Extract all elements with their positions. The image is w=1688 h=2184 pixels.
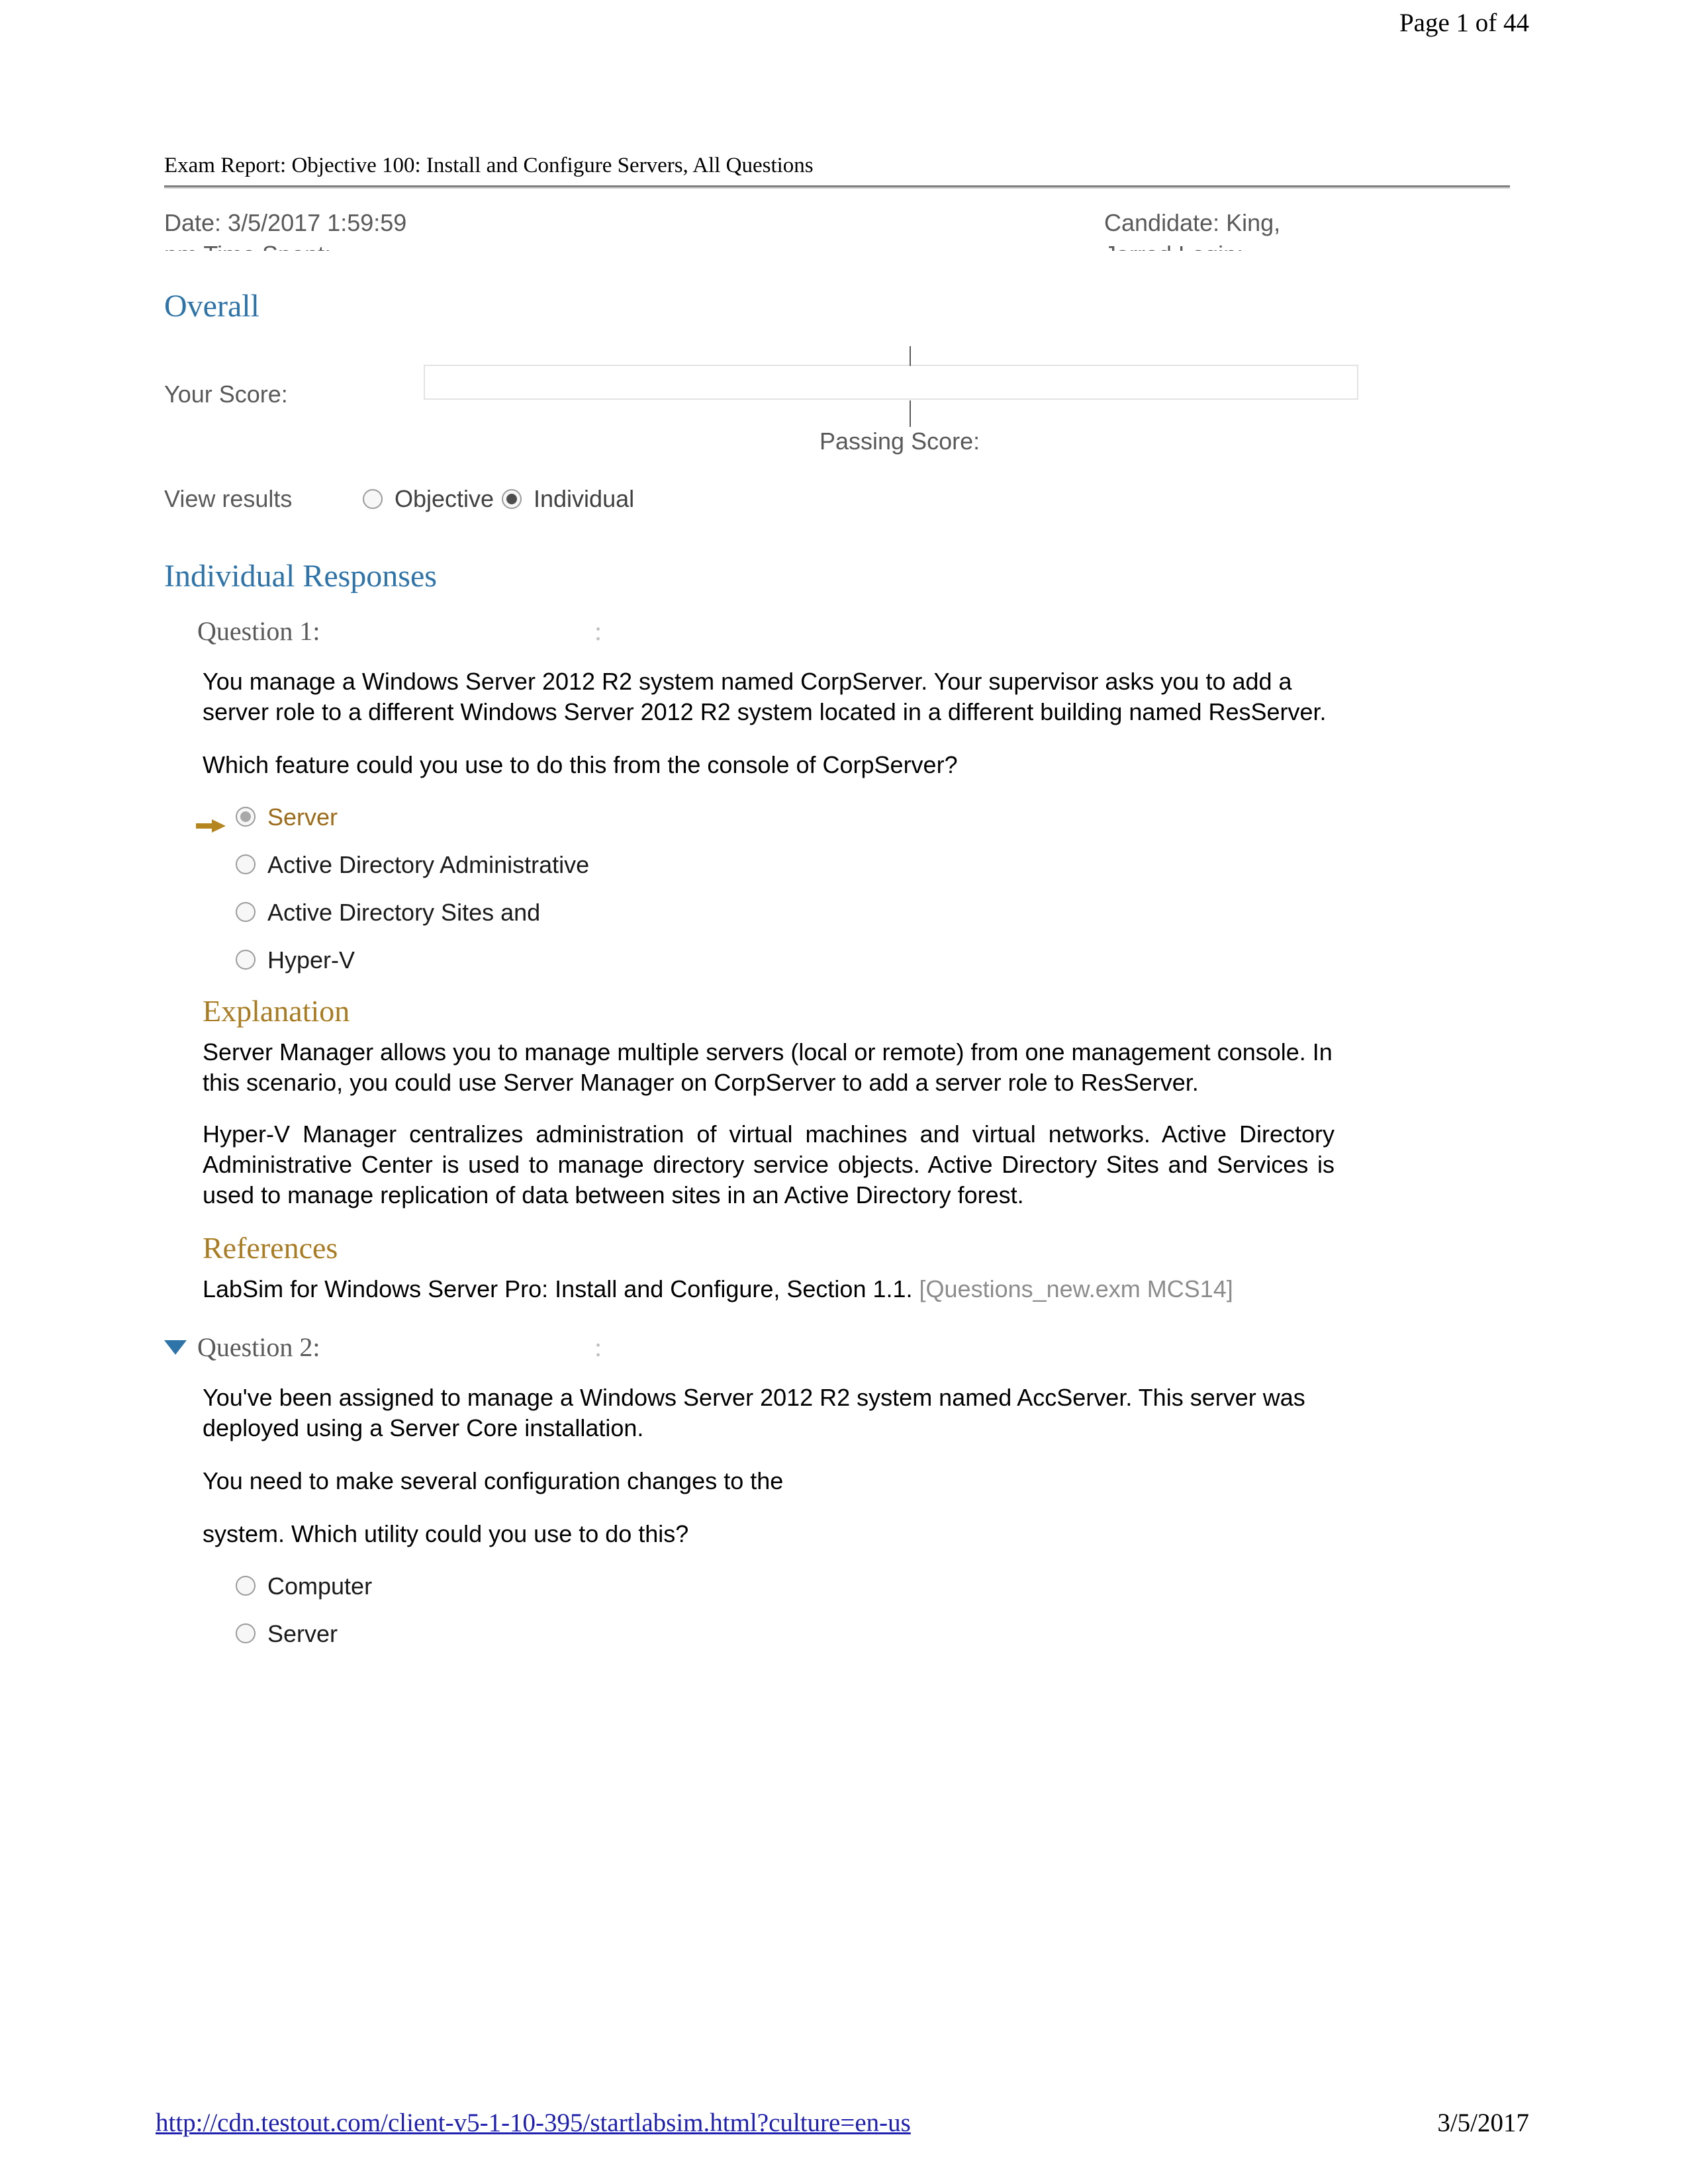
references-heading: References — [203, 1231, 338, 1265]
overall-heading: Overall — [164, 289, 259, 324]
score-meter: Your Score: Passing Score: — [164, 346, 1511, 472]
question-score-placeholder: : — [594, 1332, 602, 1362]
question-prompt: Which feature could you use to do this f… — [203, 751, 958, 778]
answer-option-label: Computer — [267, 1572, 373, 1600]
view-results-control: View results Objective Individual — [164, 485, 1511, 518]
explanation-paragraph: Server Manager allows you to manage mult… — [203, 1038, 1333, 1096]
reference-tag: [Questions_new.exm MCS14] — [919, 1275, 1233, 1302]
answer-option[interactable]: Hyper-V — [203, 946, 1511, 975]
radio-answer[interactable] — [236, 902, 256, 922]
time-spent-label: pm Time Spent: — [164, 239, 760, 251]
answer-option-label: Hyper-V — [267, 946, 355, 974]
radio-objective[interactable] — [363, 489, 383, 509]
radio-answer[interactable] — [236, 1623, 256, 1643]
page-indicator: Page 1 of 44 — [1399, 9, 1529, 37]
source-url-link[interactable]: http://cdn.testout.com/client-v5-1-10-39… — [156, 2108, 911, 2138]
question-header-label: Question 2: — [197, 1332, 320, 1362]
radio-answer[interactable] — [236, 854, 256, 874]
answer-options: Server Active Directory Administrative A… — [196, 803, 1511, 975]
answer-options: Computer Server — [203, 1572, 1511, 1649]
report-metadata: Date: 3/5/2017 1:59:59 pm Time Spent: Ca… — [164, 207, 1511, 251]
triangle-down-icon[interactable] — [164, 1340, 187, 1355]
radio-answer[interactable] — [236, 807, 256, 827]
footer-date: 3/5/2017 — [1437, 2109, 1529, 2137]
question-text: You manage a Windows Server 2012 R2 syst… — [203, 668, 1327, 725]
answer-option[interactable]: Computer — [203, 1572, 1511, 1601]
your-score-label: Your Score: — [164, 381, 288, 408]
answer-option-label: Server — [267, 803, 338, 831]
page-title: Exam Report: Objective 100: Install and … — [164, 154, 814, 177]
answer-option[interactable]: Server — [203, 1619, 1511, 1649]
question-score-placeholder: : — [594, 616, 602, 646]
reference-text: LabSim for Windows Server Pro: Install a… — [203, 1275, 913, 1302]
correct-answer-arrow-icon — [196, 811, 226, 833]
question-body: You've been assigned to manage a Windows… — [164, 1383, 1511, 1649]
answer-option[interactable]: Server — [196, 803, 1511, 833]
view-results-option-individual-label: Individual — [534, 485, 635, 512]
report-metadata-right: Candidate: King, Jarred Login: — [1104, 207, 1511, 251]
view-results-option-individual[interactable]: Individual — [502, 485, 634, 513]
question-header[interactable]: Question 2: : — [164, 1332, 1511, 1363]
radio-answer[interactable] — [236, 1576, 256, 1596]
question-body: You manage a Windows Server 2012 R2 syst… — [164, 666, 1511, 1304]
answer-option-label: Server — [267, 1620, 338, 1647]
passing-score-tick-top — [910, 346, 911, 366]
answer-option-label: Active Directory Administrative — [267, 851, 590, 878]
report-metadata-left: Date: 3/5/2017 1:59:59 pm Time Spent: — [164, 207, 760, 251]
exam-date: Date: 3/5/2017 1:59:59 — [164, 209, 407, 236]
exam-report-body: Exam Report: Objective 100: Install and … — [164, 152, 1511, 1667]
radio-individual[interactable] — [502, 489, 522, 509]
question-block: Question 1: : You manage a Windows Serve… — [164, 616, 1511, 1304]
question-prompt: system. Which utility could you use to d… — [203, 1520, 689, 1547]
question-header-label: Question 1: — [197, 616, 320, 646]
question-text: You've been assigned to manage a Windows… — [203, 1384, 1305, 1441]
question-block: Question 2: : You've been assigned to ma… — [164, 1332, 1511, 1649]
view-results-label: View results — [164, 485, 293, 512]
reference-entry: LabSim for Windows Server Pro: Install a… — [203, 1274, 1511, 1304]
answer-option[interactable]: Active Directory Administrative — [203, 850, 1511, 880]
answer-option-label: Active Directory Sites and — [267, 899, 541, 926]
view-results-option-objective[interactable]: Objective — [363, 485, 494, 513]
answer-option[interactable]: Active Directory Sites and — [203, 898, 1511, 927]
radio-answer[interactable] — [236, 950, 256, 970]
title-divider — [164, 185, 1510, 189]
passing-score-tick-bottom — [910, 400, 911, 427]
page-footer: http://cdn.testout.com/client-v5-1-10-39… — [156, 2108, 1529, 2154]
login-label: Jarred Login: — [1104, 239, 1511, 251]
individual-responses-heading: Individual Responses — [164, 559, 437, 594]
question-text-continued: You need to make several configuration c… — [203, 1467, 784, 1494]
page-header: Page 1 of 44 — [156, 0, 1529, 46]
score-bar-track — [424, 365, 1358, 400]
view-results-option-objective-label: Objective — [395, 485, 494, 512]
passing-score-label: Passing Score: — [820, 428, 980, 455]
question-header[interactable]: Question 1: : — [164, 616, 1511, 647]
explanation-heading: Explanation — [203, 994, 350, 1028]
candidate-name: Candidate: King, — [1104, 209, 1281, 236]
explanation-paragraph: Hyper-V Manager centralizes administrati… — [203, 1120, 1335, 1208]
